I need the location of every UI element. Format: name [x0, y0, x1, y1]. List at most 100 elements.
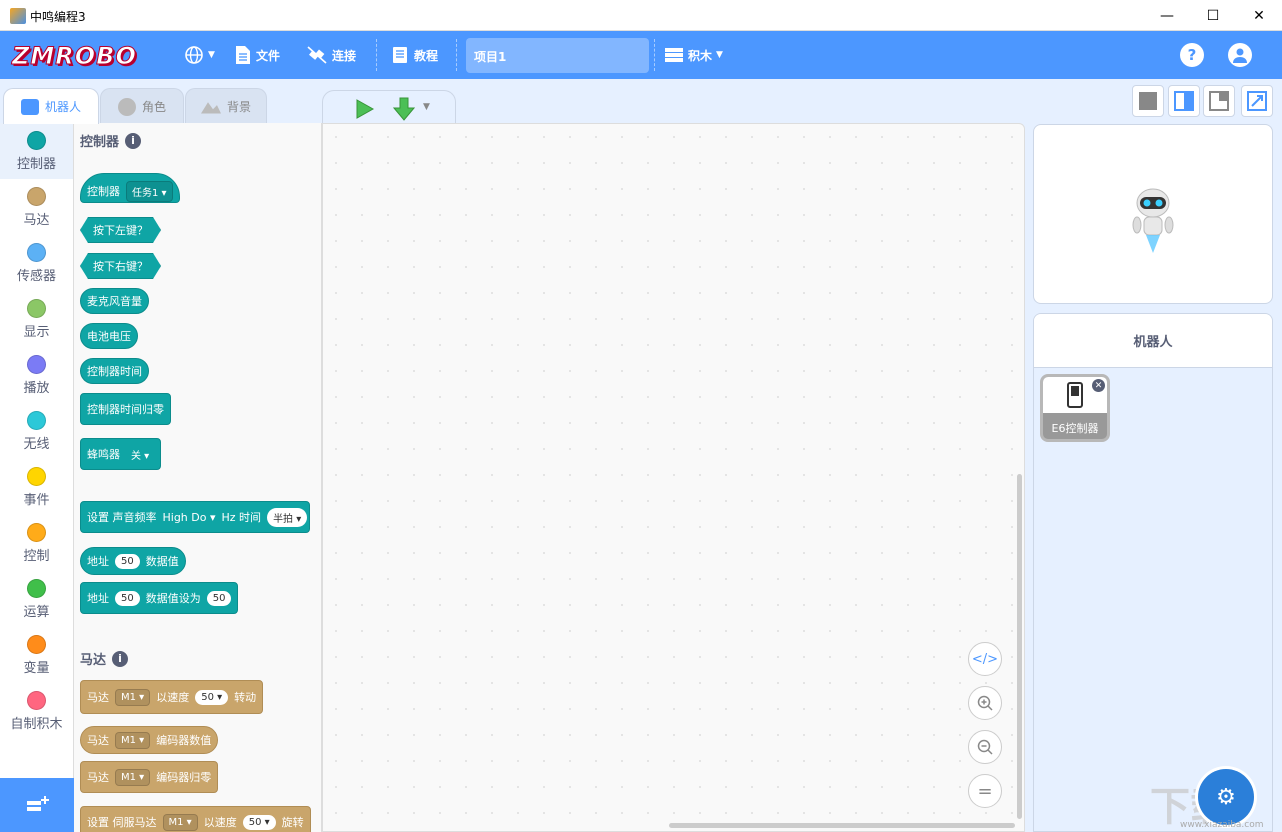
- block-set-address-data[interactable]: 地址 50 数据值设为 50: [80, 582, 239, 614]
- speed-dropdown[interactable]: 50 ▾: [195, 689, 229, 705]
- block-text: 地址: [87, 555, 109, 568]
- canvas-horizontal-scrollbar[interactable]: [669, 823, 1015, 828]
- category-label: 无线: [23, 436, 50, 452]
- category-variables[interactable]: 变量: [0, 627, 73, 683]
- block-right-key[interactable]: 按下右键？: [80, 253, 161, 279]
- block-text: 控制器: [87, 185, 120, 198]
- category-motor[interactable]: 马达: [0, 179, 73, 235]
- project-name-input[interactable]: 项目1: [466, 38, 649, 73]
- split-stage-button[interactable]: [1168, 85, 1200, 117]
- block-buzzer[interactable]: 蜂鸣器 关 ▾: [80, 438, 162, 470]
- block-encoder-value[interactable]: 马达 M1 ▾ 编码器数值: [80, 726, 219, 754]
- category-control[interactable]: 控制: [0, 515, 73, 571]
- run-icon[interactable]: [353, 98, 375, 120]
- robot-sprite-card[interactable]: E6控制器 ✕: [1040, 374, 1110, 442]
- chevron-down-icon[interactable]: ▼: [423, 102, 430, 112]
- motor-section-title: 马达 i: [80, 649, 129, 668]
- block-controller-time[interactable]: 控制器时间: [80, 358, 149, 384]
- block-encoder-reset[interactable]: 马达 M1 ▾ 编码器归零: [80, 761, 219, 793]
- block-mic-volume[interactable]: 麦克风音量: [80, 288, 149, 314]
- zoom-out-icon[interactable]: [968, 730, 1002, 764]
- block-text: 数据值: [145, 555, 179, 568]
- help-icon[interactable]: ?: [1180, 43, 1204, 67]
- block-palette: 控制器 i 控制器 任务1 ▾ 按下左键？ 按下右键？ 麦克风音量 电池电压 控…: [74, 123, 322, 832]
- category-controller[interactable]: 控制器: [0, 123, 73, 179]
- category-my-blocks[interactable]: 自制积木: [0, 683, 73, 739]
- note-dropdown[interactable]: High Do ▾: [163, 511, 216, 524]
- tab-robot[interactable]: 机器人: [3, 88, 99, 124]
- block-motor-rotate[interactable]: 马达 M1 ▾ 以速度 50 ▾ 转动: [80, 680, 264, 714]
- beat-dropdown[interactable]: 半拍 ▾: [267, 507, 308, 527]
- stage-preview[interactable]: [1033, 124, 1273, 304]
- category-operators[interactable]: 运算: [0, 571, 73, 627]
- tab-sprite[interactable]: 角色: [100, 88, 184, 124]
- plug-icon: [307, 46, 327, 64]
- motor-port-dropdown[interactable]: M1 ▾: [115, 688, 151, 706]
- category-dot: [27, 690, 46, 710]
- info-icon[interactable]: i: [112, 650, 129, 667]
- category-sensor[interactable]: 传感器: [0, 235, 73, 291]
- category-play[interactable]: 播放: [0, 347, 73, 403]
- connect-menu[interactable]: 连接: [306, 31, 356, 79]
- tab-backdrop[interactable]: 背景: [185, 88, 267, 124]
- motor-port-dropdown[interactable]: M1 ▾: [115, 768, 151, 786]
- block-set-sound-frequency[interactable]: 设置 声音频率 High Do ▾ Hz 时间 半拍 ▾: [80, 501, 311, 533]
- block-timer-reset[interactable]: 控制器时间归零: [80, 393, 171, 425]
- fullscreen-button[interactable]: [1241, 85, 1273, 117]
- close-button[interactable]: ✕: [1236, 0, 1282, 31]
- code-canvas[interactable]: </> =: [322, 123, 1025, 832]
- window-titlebar: 中鸣编程3 — ☐ ✕: [0, 0, 1282, 31]
- delete-icon[interactable]: ✕: [1092, 379, 1105, 392]
- category-dot: [27, 354, 46, 374]
- robot-sprite-icon: [1132, 188, 1174, 253]
- category-label: 自制积木: [10, 716, 63, 732]
- maximize-button[interactable]: ☐: [1190, 0, 1236, 31]
- buzzer-dropdown[interactable]: 关 ▾: [126, 445, 154, 464]
- category-wireless[interactable]: 无线: [0, 403, 73, 459]
- category-label: 运算: [23, 604, 50, 620]
- quad-stage-button[interactable]: [1203, 85, 1235, 117]
- download-icon[interactable]: [393, 97, 415, 121]
- canvas-vertical-scrollbar[interactable]: [1017, 474, 1022, 819]
- robot-panel: 机器人 E6控制器 ✕: [1033, 313, 1273, 832]
- block-text: 设置 声音频率: [87, 511, 157, 524]
- run-toolbar: ▼: [322, 90, 456, 124]
- block-text: 数据值设为: [145, 592, 201, 605]
- category-dot: [27, 186, 46, 206]
- zoom-reset-icon[interactable]: =: [968, 774, 1002, 808]
- category-label: 传感器: [16, 268, 56, 284]
- language-menu[interactable]: ▼: [184, 31, 215, 79]
- chevron-down-icon: ▼: [716, 50, 723, 60]
- category-events[interactable]: 事件: [0, 459, 73, 515]
- address-input[interactable]: 50: [115, 590, 140, 606]
- user-avatar-icon[interactable]: [1228, 43, 1252, 67]
- tutorial-menu[interactable]: 教程: [390, 31, 438, 79]
- task-dropdown[interactable]: 任务1 ▾: [126, 180, 173, 202]
- blocks-mode-menu[interactable]: 积木 ▼: [664, 31, 723, 79]
- motor-port-dropdown[interactable]: M1 ▾: [115, 731, 151, 749]
- robot-sprite-label: E6控制器: [1051, 422, 1099, 435]
- address-input[interactable]: 50: [115, 553, 140, 569]
- robot-icon: [20, 98, 39, 115]
- block-battery-voltage[interactable]: 电池电压: [80, 323, 138, 349]
- file-menu[interactable]: 文件: [234, 31, 280, 79]
- category-dot: [27, 242, 46, 262]
- small-stage-button[interactable]: [1132, 85, 1164, 117]
- block-left-key[interactable]: 按下左键？: [80, 217, 161, 243]
- fullscreen-icon: [1247, 91, 1267, 111]
- block-address-data[interactable]: 地址 50 数据值: [80, 547, 186, 575]
- info-icon[interactable]: i: [125, 132, 142, 149]
- block-servo-rotate[interactable]: 设置 伺服马达 M1 ▾ 以速度 50 ▾ 旋转: [80, 806, 311, 832]
- category-label: 控制: [23, 548, 50, 564]
- tab-robot-label: 机器人: [44, 100, 81, 114]
- minimize-button[interactable]: —: [1144, 0, 1190, 31]
- code-view-icon[interactable]: </>: [968, 642, 1002, 676]
- speed-dropdown[interactable]: 50 ▾: [242, 814, 276, 830]
- add-extension-button[interactable]: [0, 778, 74, 832]
- category-display[interactable]: 显示: [0, 291, 73, 347]
- motor-port-dropdown[interactable]: M1 ▾: [162, 813, 198, 831]
- block-controller-task[interactable]: 控制器 任务1 ▾: [80, 173, 180, 203]
- data-value-input[interactable]: 50: [206, 590, 232, 606]
- zoom-in-icon[interactable]: [968, 686, 1002, 720]
- add-extension-icon: [27, 796, 49, 811]
